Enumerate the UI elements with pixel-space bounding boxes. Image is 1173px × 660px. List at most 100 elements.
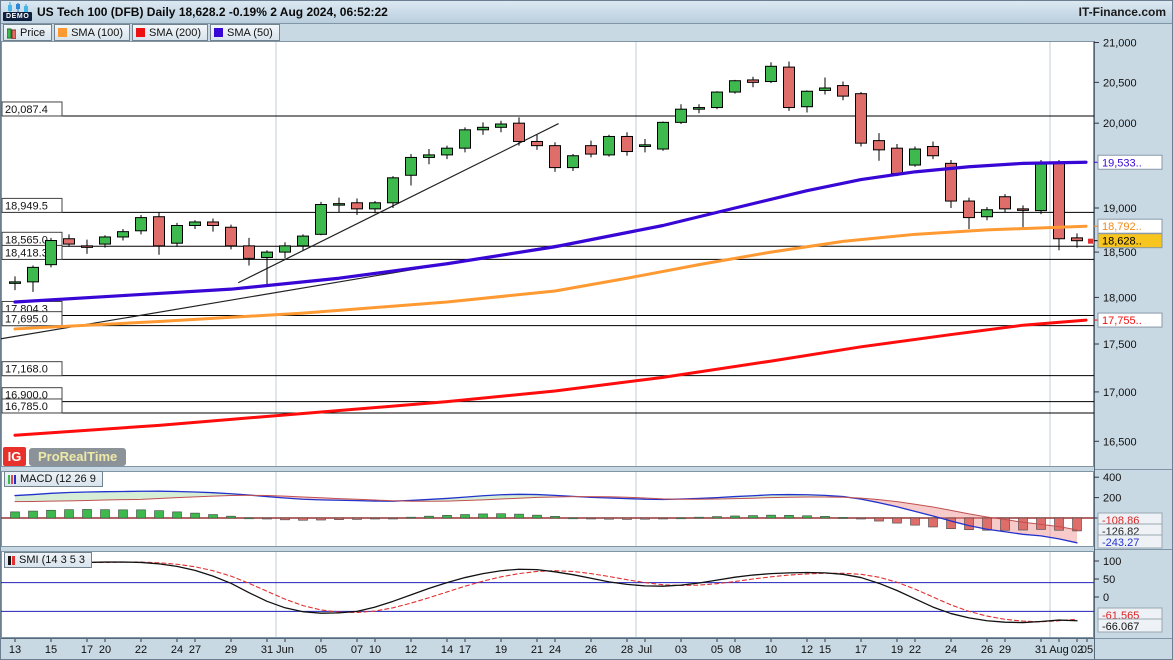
macd-histogram-bar <box>263 518 272 519</box>
candle[interactable] <box>856 94 867 143</box>
candle[interactable] <box>532 141 543 145</box>
candle[interactable] <box>622 136 633 151</box>
macd-histogram-bar <box>785 515 794 518</box>
candle[interactable] <box>1036 163 1047 210</box>
candle[interactable] <box>550 146 561 168</box>
candle[interactable] <box>82 246 93 248</box>
candle[interactable] <box>748 80 759 82</box>
candle[interactable] <box>640 145 651 147</box>
macd-histogram-bar <box>875 518 884 521</box>
candle[interactable] <box>46 241 57 265</box>
x-tick-label: 12 <box>801 644 813 656</box>
price-tick-label: 19,000 <box>1103 203 1137 215</box>
macd-histogram-bar <box>713 517 722 518</box>
candle[interactable] <box>316 205 327 235</box>
candle[interactable] <box>172 225 183 243</box>
level-label: 16,785.0 <box>5 401 48 413</box>
prorealtime-logo: ProRealTime <box>29 448 126 466</box>
candle[interactable] <box>676 109 687 122</box>
candle[interactable] <box>694 108 705 110</box>
macd-indicator-legend[interactable]: MACD (12 26 9 <box>4 471 103 487</box>
candle[interactable] <box>118 232 129 237</box>
level-label: 18,949.5 <box>5 200 48 212</box>
candle[interactable] <box>370 203 381 209</box>
macd-histogram-bar <box>479 514 488 518</box>
x-tick-label: 10 <box>369 644 381 656</box>
x-tick-label: 29 <box>225 644 237 656</box>
candle[interactable] <box>892 148 903 173</box>
macd-histogram-bar <box>281 518 290 520</box>
smi-tick-label: 50 <box>1103 574 1115 586</box>
candle[interactable] <box>10 282 21 284</box>
candle[interactable] <box>1000 197 1011 209</box>
candle[interactable] <box>136 218 147 231</box>
macd-histogram-bar <box>1019 518 1028 530</box>
candle[interactable] <box>874 141 885 150</box>
candle[interactable] <box>334 204 345 206</box>
candle[interactable] <box>64 239 75 244</box>
x-tick-label: 22 <box>135 644 147 656</box>
candle[interactable] <box>442 148 453 155</box>
candle[interactable] <box>712 92 723 107</box>
candle[interactable] <box>964 201 975 218</box>
candle[interactable] <box>154 217 165 246</box>
candle[interactable] <box>586 146 597 154</box>
candle[interactable] <box>460 130 471 148</box>
candle[interactable] <box>802 91 813 106</box>
x-tick-label: 24 <box>549 644 561 656</box>
candle[interactable] <box>766 66 777 81</box>
candle[interactable] <box>190 222 201 226</box>
smi-indicator-legend[interactable]: SMI (14 3 5 3 <box>4 552 92 568</box>
macd-histogram-bar <box>461 515 470 518</box>
candle[interactable] <box>496 124 507 127</box>
candle[interactable] <box>982 210 993 217</box>
candle[interactable] <box>820 88 831 90</box>
x-tick-label: 24 <box>945 644 957 656</box>
macd-histogram-bar <box>857 518 866 519</box>
candle[interactable] <box>28 267 39 281</box>
candle[interactable] <box>424 155 435 158</box>
x-tick-label: 19 <box>495 644 507 656</box>
macd-legend-label: MACD (12 26 9 <box>20 473 96 485</box>
x-tick-label: 05 <box>711 644 723 656</box>
macd-histogram-bar <box>677 518 686 519</box>
candle[interactable] <box>604 136 615 154</box>
candle[interactable] <box>1018 209 1029 211</box>
candle[interactable] <box>784 67 795 107</box>
candle[interactable] <box>514 123 525 141</box>
x-tick-label: Aug <box>1049 644 1069 656</box>
candle[interactable] <box>226 227 237 246</box>
macd-histogram-bar <box>335 518 344 520</box>
candle[interactable] <box>406 157 417 175</box>
candle[interactable] <box>928 146 939 155</box>
macd-histogram-bar <box>623 518 632 519</box>
macd-histogram-bar <box>659 518 668 519</box>
candle[interactable] <box>352 203 363 209</box>
x-tick-label: 26 <box>981 644 993 656</box>
macd-histogram-bar <box>173 512 182 518</box>
x-tick-label: Jun <box>276 644 294 656</box>
price-panel[interactable] <box>2 42 1094 467</box>
candle[interactable] <box>388 178 399 203</box>
candle[interactable] <box>298 236 309 246</box>
candle[interactable] <box>100 237 111 244</box>
level-label: 17,695.0 <box>5 314 48 326</box>
candle[interactable] <box>568 156 579 168</box>
candle[interactable] <box>478 127 489 129</box>
macd-tick-label: 200 <box>1103 493 1121 505</box>
candle[interactable] <box>838 86 849 97</box>
candle[interactable] <box>262 252 273 257</box>
candle[interactable] <box>244 246 255 259</box>
candle[interactable] <box>730 81 741 92</box>
level-label: 17,168.0 <box>5 364 48 376</box>
candle[interactable] <box>208 222 219 226</box>
candle[interactable] <box>280 246 291 252</box>
smi-icon <box>8 556 15 565</box>
chart-canvas[interactable]: 20,087.418,949.518,565.018,418.317,804.3… <box>1 1 1173 660</box>
candle[interactable] <box>1072 238 1083 241</box>
macd-histogram-bar <box>389 518 398 519</box>
candle[interactable] <box>658 122 669 149</box>
macd-histogram-bar <box>407 517 416 518</box>
candle[interactable] <box>910 149 921 165</box>
ig-prorealtime-logo: IG ProRealTime <box>3 447 126 466</box>
